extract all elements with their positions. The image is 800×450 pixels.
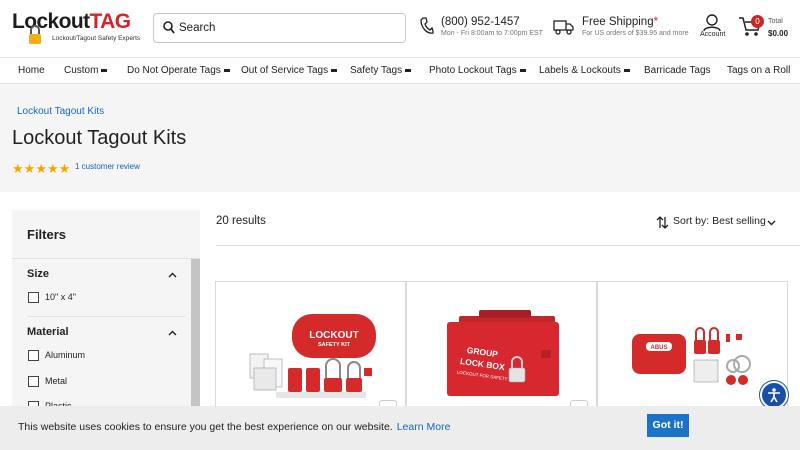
customer-review-link[interactable]: 1 customer review [75,162,140,171]
checkbox[interactable] [28,292,39,303]
cookie-message-text: This website uses cookies to ensure you … [18,421,393,433]
nav-item-out-of-service-tags[interactable]: Out of Service Tags [241,65,338,76]
free-shipping-title: Free Shipping* [582,16,658,28]
accessibility-icon [768,388,780,403]
cart-total-label: Total [768,18,783,25]
phone-number[interactable]: (800) 952-1457 [441,16,520,28]
product-image-text: SAFETY KIT [318,342,351,348]
divider [12,258,200,259]
nav-item-labels-lockouts[interactable]: Labels & Lockouts [539,65,630,76]
learn-more-link[interactable]: Learn More [397,421,451,433]
cart-total: $0.00 [768,29,789,38]
logo-word-tag: TAG [89,10,131,33]
dropdown-icon [405,68,412,72]
logo-tagline: Lockout/Tagout Safety Experts [52,35,141,42]
nav-item-photo-lockout-tags[interactable]: Photo Lockout Tags [429,65,526,76]
nav-item-home[interactable]: Home [18,65,45,76]
cart-count-badge: 0 [751,15,764,28]
page-title: Lockout Tagout Kits [12,127,187,149]
divider [27,316,185,317]
nav-item-barricade-tags[interactable]: Barricade Tags [644,65,711,76]
cookie-accept-button[interactable]: Got it! [647,414,689,437]
phone-hours: Mon - Fri 8:00am to 7:00pm EST [441,30,543,37]
nav-item-safety-tags[interactable]: Safety Tags [350,65,412,76]
checkbox[interactable] [28,376,39,387]
logo-word-lockout: Lockout [12,10,90,33]
filters-title: Filters [27,227,67,242]
sort-label: Sort by: Best selling [673,215,766,227]
nav-item-label: Labels & Lockouts [539,65,621,76]
star-icon: ★ [58,161,71,176]
nav-item-label: Photo Lockout Tags [429,65,517,76]
filter-group-size-heading[interactable]: Size [27,268,49,280]
chevron-up-icon[interactable] [168,330,177,336]
sort-icon [656,216,669,229]
truck-icon [553,20,574,35]
cookie-banner: This website uses cookies to ensure you … [0,406,800,450]
phone-icon [420,17,434,34]
star-rating: ★★★★★ [12,160,71,176]
nav-item-tags-on-a-roll[interactable]: Tags on a Roll [727,65,790,76]
chevron-down-icon [767,220,776,226]
checkbox[interactable] [28,350,39,361]
star-icon: ★ [12,161,24,176]
breadcrumb[interactable]: Lockout Tagout Kits [17,106,104,117]
nav-item-do-not-operate-tags[interactable]: Do Not Operate Tags [127,65,230,76]
site-logo[interactable]: LockoutTAG Lockout/Tagout Safety Experts [12,10,140,50]
account-label[interactable]: Account [700,31,725,38]
chevron-up-icon[interactable] [168,272,177,278]
filter-group-material-heading[interactable]: Material [27,326,69,338]
star-icon: ★ [23,161,36,176]
accessibility-button[interactable] [760,381,788,409]
divider [216,245,800,246]
product-image-text: ABUS [650,345,667,351]
free-shipping-asterisk: * [653,16,659,28]
cookie-message: This website uses cookies to ensure you … [18,421,450,433]
free-shipping-label: Free Shipping [582,16,654,28]
dropdown-icon [331,68,338,72]
nav-item-label: Barricade Tags [644,65,711,76]
star-icon: ★ [35,161,47,176]
main-nav: Home Custom Do Not Operate Tags Out of S… [0,57,800,84]
dropdown-icon [223,68,230,72]
search-icon [163,21,175,34]
nav-item-label: Do Not Operate Tags [127,65,221,76]
nav-item-label: Tags on a Roll [727,65,791,76]
free-shipping-subtitle: For US orders of $39.95 and more [582,30,689,37]
dropdown-icon [101,68,108,72]
padlock-icon [29,25,41,44]
search-input[interactable] [179,19,399,37]
nav-item-custom[interactable]: Custom [64,65,108,76]
filter-option-label: Aluminum [45,350,86,360]
nav-item-label: Custom [64,65,99,76]
dropdown-icon [519,68,526,72]
dropdown-icon [623,68,630,72]
search-box[interactable] [153,13,406,43]
product-image-text: LOCKOUT [309,330,358,341]
star-icon: ★ [46,161,59,176]
site-header: LockoutTAG Lockout/Tagout Safety Experts… [0,0,800,57]
filter-option-label: Metal [45,376,68,386]
nav-item-label: Safety Tags [350,65,403,76]
nav-item-label: Out of Service Tags [241,65,329,76]
nav-item-label: Home [18,65,45,76]
results-count: 20 results [216,215,266,227]
filter-option-label: 10" x 4" [45,292,76,302]
